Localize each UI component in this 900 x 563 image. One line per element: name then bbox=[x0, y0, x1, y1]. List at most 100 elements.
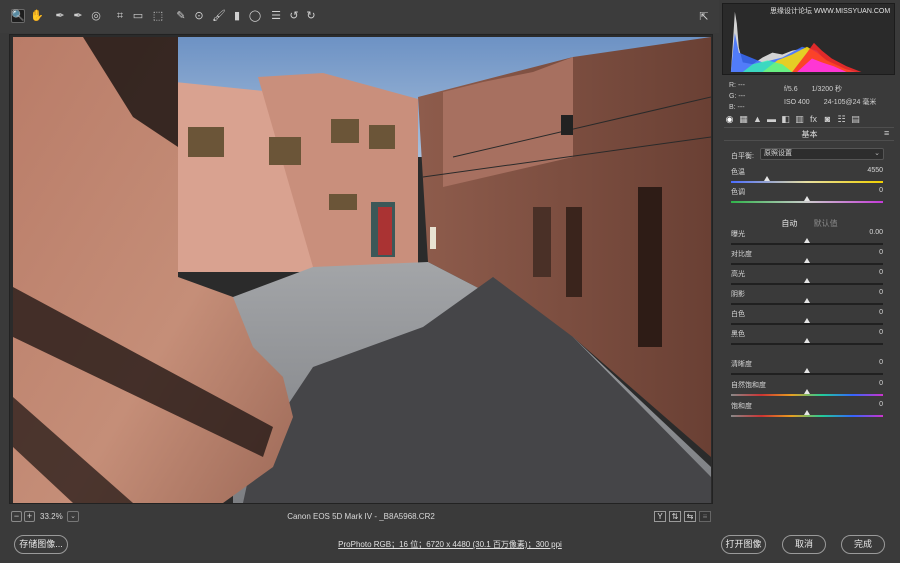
exposure-thumb[interactable] bbox=[804, 238, 810, 243]
shadows-label: 阴影 bbox=[731, 291, 745, 298]
temperature-value[interactable]: 4550 bbox=[843, 167, 883, 174]
contrast-value[interactable]: 0 bbox=[843, 249, 883, 256]
effects-tab-icon[interactable]: fx bbox=[808, 114, 819, 125]
rgb-readout: R: --- G: --- B: --- bbox=[729, 82, 746, 111]
transform-tool-icon[interactable]: ⬚ bbox=[151, 9, 165, 23]
straighten-tool-icon[interactable]: ▭ bbox=[131, 9, 145, 23]
copy-settings-button[interactable]: ⇆ bbox=[684, 511, 696, 522]
done-button[interactable]: 完成 bbox=[841, 535, 885, 554]
saturation-slider[interactable]: 饱和度 0 bbox=[731, 401, 883, 421]
shadows-slider[interactable]: 阴影 0 bbox=[731, 289, 883, 309]
whites-value[interactable]: 0 bbox=[843, 309, 883, 316]
shadows-value[interactable]: 0 bbox=[843, 289, 883, 296]
clarity-value[interactable]: 0 bbox=[843, 359, 883, 366]
hsl-tab-icon[interactable]: ▬ bbox=[766, 114, 777, 125]
swap-before-after-button[interactable]: ⇅ bbox=[669, 511, 681, 522]
fullscreen-toggle-icon[interactable]: ⇱ bbox=[697, 9, 711, 23]
highlights-track[interactable] bbox=[731, 283, 883, 285]
shadows-track[interactable] bbox=[731, 303, 883, 305]
saturation-track[interactable] bbox=[731, 415, 883, 417]
white-balance-label: 白平衡: bbox=[731, 153, 754, 160]
clarity-slider[interactable]: 清晰度 0 bbox=[731, 359, 883, 379]
highlights-label: 高光 bbox=[731, 271, 745, 278]
color-sampler-tool-icon[interactable]: ✒ bbox=[71, 9, 85, 23]
contrast-thumb[interactable] bbox=[804, 258, 810, 263]
highlights-thumb[interactable] bbox=[804, 278, 810, 283]
clarity-thumb[interactable] bbox=[804, 368, 810, 373]
highlights-slider[interactable]: 高光 0 bbox=[731, 269, 883, 289]
vibrance-label: 自然饱和度 bbox=[731, 382, 766, 389]
whites-thumb[interactable] bbox=[804, 318, 810, 323]
presets-tab-icon[interactable]: ☷ bbox=[836, 114, 847, 125]
red-eye-tool-icon[interactable]: ⊙ bbox=[192, 9, 206, 23]
whites-track[interactable] bbox=[731, 323, 883, 325]
white-balance-select[interactable]: 原照设置 ⌄ bbox=[760, 148, 884, 160]
before-after-y-button[interactable]: Y bbox=[654, 511, 666, 522]
targeted-adjustment-tool-icon[interactable]: ◎ bbox=[89, 9, 103, 23]
camera-calibration-tab-icon[interactable]: ◙ bbox=[822, 114, 833, 125]
rotate-cw-tool-icon[interactable]: ↻ bbox=[304, 9, 318, 23]
contrast-label: 对比度 bbox=[731, 251, 752, 258]
cancel-button[interactable]: 取消 bbox=[782, 535, 826, 554]
temperature-track[interactable] bbox=[731, 181, 883, 183]
section-title: 基本 bbox=[801, 130, 818, 139]
chevron-down-icon: ⌄ bbox=[874, 150, 880, 157]
graduated-filter-tool-icon[interactable]: ▮ bbox=[230, 9, 244, 23]
vibrance-thumb[interactable] bbox=[804, 389, 810, 394]
camera-info: f/5.6 1/3200 秒 ISO 400 24-105@24 毫米 bbox=[784, 86, 877, 106]
exposure-track[interactable] bbox=[731, 243, 883, 245]
lens-tab-icon[interactable]: ▥ bbox=[794, 114, 805, 125]
open-image-button[interactable]: 打开图像 bbox=[721, 535, 766, 554]
saturation-thumb[interactable] bbox=[804, 410, 810, 415]
exposure-label: 曝光 bbox=[731, 231, 745, 238]
temperature-label: 色温 bbox=[731, 169, 745, 176]
vibrance-slider[interactable]: 自然饱和度 0 bbox=[731, 380, 883, 400]
default-link[interactable]: 默认值 bbox=[814, 219, 838, 228]
tint-value[interactable]: 0 bbox=[843, 187, 883, 194]
file-info: Canon EOS 5D Mark IV - _B8A5968.CR2 bbox=[287, 512, 435, 521]
crop-tool-icon[interactable]: ⌗ bbox=[113, 9, 127, 23]
rotate-ccw-tool-icon[interactable]: ↺ bbox=[287, 9, 301, 23]
blacks-thumb[interactable] bbox=[804, 338, 810, 343]
radial-filter-tool-icon[interactable]: ◯ bbox=[248, 9, 262, 23]
settings-icon[interactable]: ≡ bbox=[699, 511, 711, 522]
vibrance-value[interactable]: 0 bbox=[843, 380, 883, 387]
image-canvas[interactable] bbox=[9, 34, 713, 504]
basic-tab-icon[interactable]: ◉ bbox=[724, 114, 735, 125]
exposure-value[interactable]: 0.00 bbox=[843, 229, 883, 236]
vibrance-track[interactable] bbox=[731, 394, 883, 396]
detail-tab-icon[interactable]: ▲ bbox=[752, 114, 763, 125]
zoom-tool-icon[interactable]: 🔍 bbox=[11, 9, 25, 23]
image-status-bar: − + 33.2% ⌄ Canon EOS 5D Mark IV - _B8A5… bbox=[9, 507, 713, 527]
auto-link[interactable]: 自动 bbox=[781, 219, 797, 228]
tint-track[interactable] bbox=[731, 201, 883, 203]
contrast-track[interactable] bbox=[731, 263, 883, 265]
clarity-track[interactable] bbox=[731, 373, 883, 375]
blacks-slider[interactable]: 黑色 0 bbox=[731, 329, 883, 349]
saturation-label: 饱和度 bbox=[731, 403, 752, 410]
tint-slider[interactable]: 色调 0 bbox=[731, 187, 883, 207]
adjustments-panel: R: --- G: --- B: --- f/5.6 1/3200 秒 ISO 4… bbox=[719, 0, 900, 530]
split-toning-tab-icon[interactable]: ◧ bbox=[780, 114, 791, 125]
blacks-label: 黑色 bbox=[731, 331, 745, 338]
panel-menu-icon[interactable]: ≡ bbox=[884, 128, 889, 138]
tint-thumb[interactable] bbox=[804, 196, 810, 201]
saturation-value[interactable]: 0 bbox=[843, 401, 883, 408]
snapshots-tab-icon[interactable]: ▤ bbox=[850, 114, 861, 125]
exposure-slider[interactable]: 曝光 0.00 bbox=[731, 229, 883, 249]
tone-curve-tab-icon[interactable]: ▦ bbox=[738, 114, 749, 125]
highlights-value[interactable]: 0 bbox=[843, 269, 883, 276]
spot-removal-tool-icon[interactable]: ✎ bbox=[174, 9, 188, 23]
whites-slider[interactable]: 白色 0 bbox=[731, 309, 883, 329]
adjustment-brush-tool-icon[interactable]: 🖌 bbox=[212, 9, 226, 23]
contrast-slider[interactable]: 对比度 0 bbox=[731, 249, 883, 269]
blacks-value[interactable]: 0 bbox=[843, 329, 883, 336]
white-balance-tool-icon[interactable]: ✒ bbox=[53, 9, 67, 23]
shadows-thumb[interactable] bbox=[804, 298, 810, 303]
photo-preview[interactable] bbox=[13, 37, 711, 503]
preferences-tool-icon[interactable]: ☰ bbox=[269, 9, 283, 23]
temperature-thumb[interactable] bbox=[764, 176, 771, 181]
blacks-track[interactable] bbox=[731, 343, 883, 345]
temperature-slider[interactable]: 色温 4550 bbox=[731, 167, 883, 187]
hand-tool-icon[interactable]: ✋ bbox=[30, 9, 44, 23]
